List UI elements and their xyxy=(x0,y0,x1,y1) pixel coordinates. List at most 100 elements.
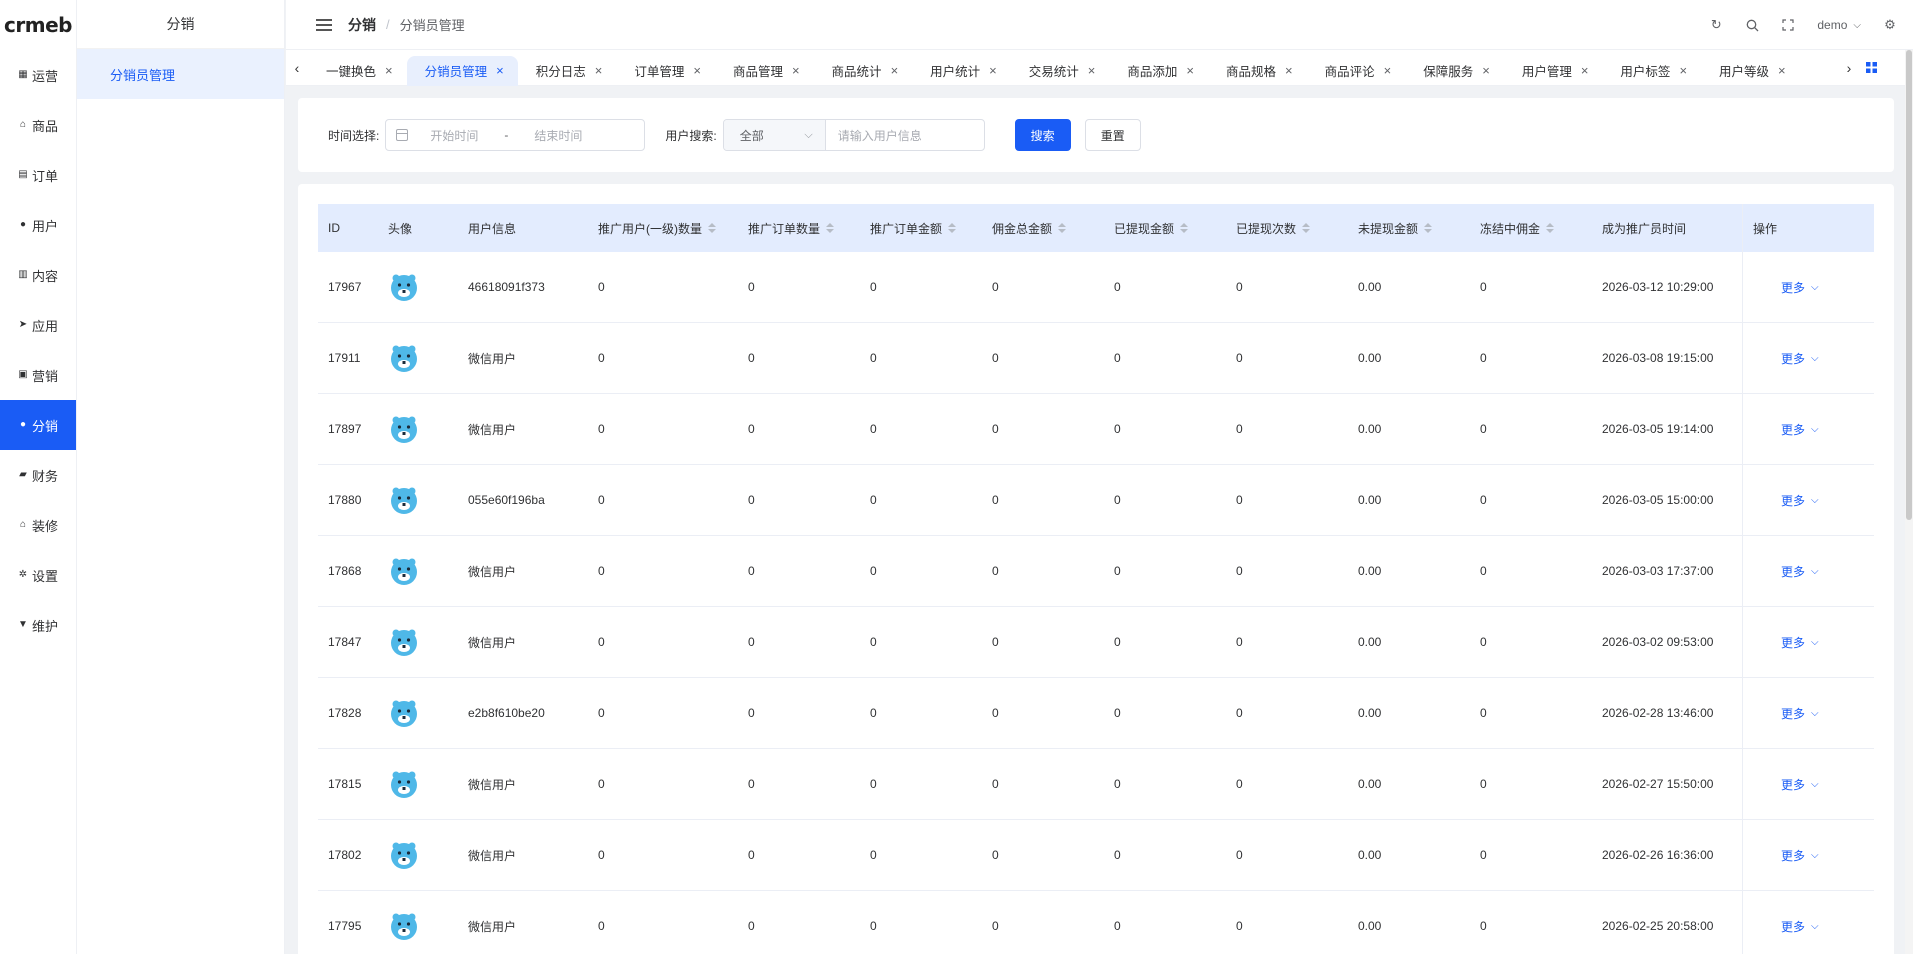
tab-4[interactable]: 商品管理 × xyxy=(715,56,814,86)
tab-8[interactable]: 商品添加 × xyxy=(1109,56,1208,86)
sidebar-item-6[interactable]: ▣ 营销 xyxy=(0,350,76,400)
sidebar-item-2[interactable]: ▤ 订单 xyxy=(0,150,76,200)
tab-grid-menu-icon[interactable] xyxy=(1860,50,1882,86)
more-actions-button[interactable]: 更多 ⌵ xyxy=(1753,634,1819,651)
cell-user-info: 微信用户 xyxy=(468,635,517,650)
cell-total-commission: 0 xyxy=(992,351,999,365)
search-type-select[interactable]: 全部 ⌵ xyxy=(723,120,826,150)
close-icon[interactable]: × xyxy=(693,63,701,78)
refresh-icon[interactable]: ↻ xyxy=(1709,17,1723,32)
close-icon[interactable]: × xyxy=(1778,63,1786,78)
tab-5[interactable]: 商品统计 × xyxy=(814,56,913,86)
tab-9[interactable]: 商品规格 × xyxy=(1208,56,1307,86)
search-button[interactable]: 搜索 xyxy=(1014,119,1071,151)
sidebar-item-4[interactable]: ▥ 内容 xyxy=(0,250,76,300)
more-actions-button[interactable]: 更多 ⌵ xyxy=(1753,847,1819,864)
tab-10[interactable]: 商品评论 × xyxy=(1307,56,1406,86)
tab-11[interactable]: 保障服务 × xyxy=(1405,56,1504,86)
more-actions-button[interactable]: 更多 ⌵ xyxy=(1753,350,1819,367)
close-icon[interactable]: × xyxy=(595,63,603,78)
sidebar-item-1[interactable]: ⌂ 商品 xyxy=(0,100,76,150)
user-menu[interactable]: demo ⌵ xyxy=(1817,18,1861,32)
sort-icon[interactable] xyxy=(1546,223,1555,233)
cell-order-amount: 0 xyxy=(870,351,877,365)
scrollbar-thumb[interactable] xyxy=(1906,50,1912,520)
tab-2[interactable]: 积分日志 × xyxy=(518,56,617,86)
sidebar-item-8[interactable]: ▰ 财务 xyxy=(0,450,76,500)
tab-7[interactable]: 交易统计 × xyxy=(1011,56,1110,86)
sidebar-item-7[interactable]: ● 分销 xyxy=(0,400,76,450)
more-actions-button[interactable]: 更多 ⌵ xyxy=(1753,705,1819,722)
sort-icon[interactable] xyxy=(948,223,957,233)
column-header[interactable]: 佣金总金额 xyxy=(982,220,1104,237)
close-icon[interactable]: × xyxy=(496,63,504,78)
sidebar-item-0[interactable]: ▦ 运营 xyxy=(0,50,76,100)
cell-frozen-commission: 0 xyxy=(1480,635,1487,649)
close-icon[interactable]: × xyxy=(385,63,393,78)
tab-label: 商品统计 xyxy=(831,65,882,79)
cell-order-amount: 0 xyxy=(870,280,877,294)
tab-0[interactable]: 一键换色 × xyxy=(308,56,407,86)
tab-3[interactable]: 订单管理 × xyxy=(616,56,715,86)
cell-withdraw-count: 0 xyxy=(1236,422,1243,436)
more-actions-button[interactable]: 更多 ⌵ xyxy=(1753,563,1819,580)
column-header: 成为推广员时间 xyxy=(1592,220,1742,237)
settings-gear-icon[interactable]: ⚙ xyxy=(1883,17,1897,32)
column-header[interactable]: 已提现次数 xyxy=(1226,220,1348,237)
sort-icon[interactable] xyxy=(1302,223,1311,233)
reset-button[interactable]: 重置 xyxy=(1084,119,1141,151)
cell-join-time: 2026-02-26 16:36:00 xyxy=(1602,848,1714,862)
sidebar-item-10[interactable]: ✲ 设置 xyxy=(0,550,76,600)
sort-icon[interactable] xyxy=(1424,223,1433,233)
wallet-icon: ▰ xyxy=(19,469,27,480)
sort-icon[interactable] xyxy=(708,223,716,233)
user-search-input[interactable]: 请输入用户信息 xyxy=(826,120,984,150)
tab-12[interactable]: 用户管理 × xyxy=(1504,56,1603,86)
breadcrumb-root[interactable]: 分销 xyxy=(348,15,376,35)
page-scrollbar[interactable] xyxy=(1905,50,1913,954)
column-header[interactable]: 冻结中佣金 xyxy=(1470,220,1592,237)
menu-toggle-icon[interactable] xyxy=(316,18,332,31)
fullscreen-icon[interactable] xyxy=(1781,18,1795,32)
tab-1[interactable]: 分销员管理 × xyxy=(406,55,518,86)
more-actions-button[interactable]: 更多 ⌵ xyxy=(1753,279,1819,296)
sidebar-item-3[interactable]: ● 用户 xyxy=(0,200,76,250)
column-header[interactable]: 推广用户(一级)数量 xyxy=(588,220,738,237)
close-icon[interactable]: × xyxy=(1581,63,1589,78)
close-icon[interactable]: × xyxy=(891,63,899,78)
close-icon[interactable]: × xyxy=(1679,63,1687,78)
more-actions-button[interactable]: 更多 ⌵ xyxy=(1753,918,1819,935)
more-actions-button[interactable]: 更多 ⌵ xyxy=(1753,492,1819,509)
sidebar-item-11[interactable]: ▼ 维护 xyxy=(0,600,76,650)
column-header[interactable]: 推广订单金额 xyxy=(860,220,982,237)
tab-scroll-right-icon[interactable]: › xyxy=(1838,50,1860,86)
sort-icon[interactable] xyxy=(826,223,835,233)
close-icon[interactable]: × xyxy=(792,63,800,78)
sort-icon[interactable] xyxy=(1058,223,1067,233)
more-actions-button[interactable]: 更多 ⌵ xyxy=(1753,776,1819,793)
sidebar-item-5[interactable]: ➤ 应用 xyxy=(0,300,76,350)
sort-icon[interactable] xyxy=(1180,223,1189,233)
close-icon[interactable]: × xyxy=(1285,63,1293,78)
table-row: 17967 46618091f373 0 0 0 0 0 0 0.00 0 2026-03-12 1… xyxy=(318,252,1874,323)
column-header[interactable]: 未提现金额 xyxy=(1348,220,1470,237)
column-header[interactable]: 推广订单数量 xyxy=(738,220,860,237)
sidebar-item-9[interactable]: ⌂ 装修 xyxy=(0,500,76,550)
tab-14[interactable]: 用户等级 × xyxy=(1701,56,1800,86)
search-icon[interactable] xyxy=(1745,18,1759,32)
submenu-item-distributor-management[interactable]: 分销员管理 xyxy=(77,49,284,99)
close-icon[interactable]: × xyxy=(1186,63,1194,78)
avatar xyxy=(378,484,458,516)
close-icon[interactable]: × xyxy=(1482,63,1490,78)
date-range-picker[interactable]: 开始时间 - 结束时间 xyxy=(385,119,646,151)
column-header[interactable]: 已提现金额 xyxy=(1104,220,1226,237)
cell-promoted-users: 0 xyxy=(598,919,605,933)
more-actions-button[interactable]: 更多 ⌵ xyxy=(1753,421,1819,438)
close-icon[interactable]: × xyxy=(1384,63,1392,78)
tab-scroll-left-icon[interactable]: ‹ xyxy=(286,50,308,86)
close-icon[interactable]: × xyxy=(989,63,997,78)
close-icon[interactable]: × xyxy=(1088,63,1096,78)
tab-6[interactable]: 用户统计 × xyxy=(912,56,1011,86)
cell-promoted-users: 0 xyxy=(598,635,605,649)
tab-13[interactable]: 用户标签 × xyxy=(1602,56,1701,86)
